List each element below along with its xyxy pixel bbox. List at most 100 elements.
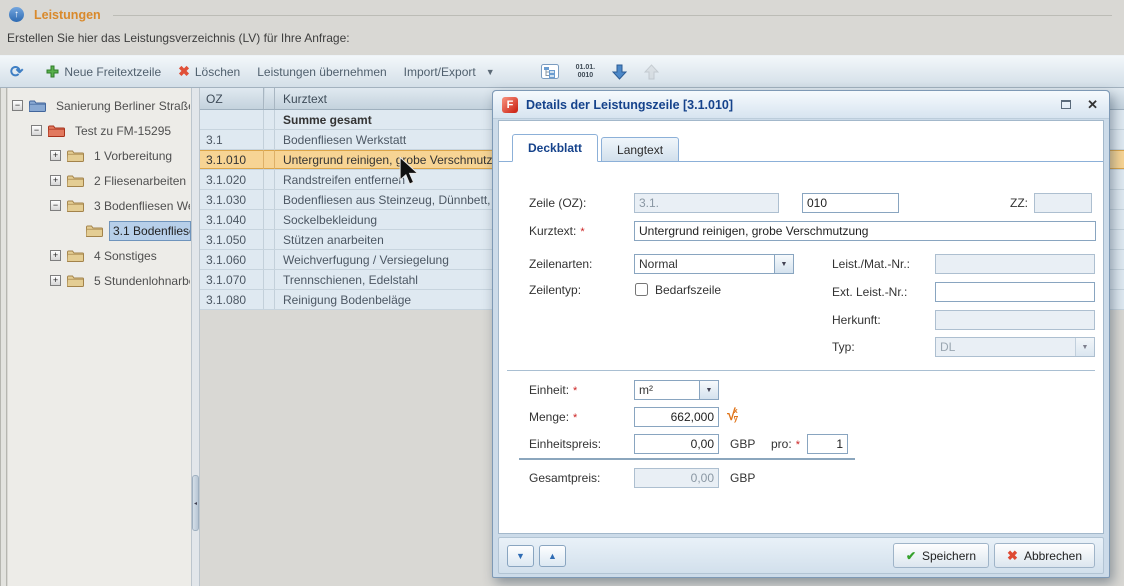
collapse-icon[interactable]: − [31, 125, 42, 136]
move-down-button[interactable] [612, 64, 627, 80]
page-title: Leistungen [34, 8, 101, 22]
tree-splitter[interactable]: ◂ [191, 88, 200, 586]
einheit-dropdown-icon[interactable]: ▼ [699, 381, 718, 399]
cancel-button[interactable]: ✖ Abbrechen [994, 543, 1095, 568]
save-label: Speichern [922, 549, 976, 563]
folder-icon [29, 99, 46, 112]
left-edge-strip [0, 88, 7, 586]
folder-icon [67, 199, 84, 212]
expand-icon[interactable]: + [50, 275, 61, 286]
pro-field[interactable] [807, 434, 848, 454]
save-button[interactable]: ✔ Speichern [893, 543, 989, 568]
section-divider [507, 370, 1095, 372]
tree-item[interactable]: +5 Stundenlohnarbei [8, 268, 191, 293]
plus-icon [46, 65, 59, 78]
folder-icon [86, 224, 103, 237]
tree-item[interactable]: −3.1 Bodenfliese [8, 218, 191, 243]
delete-button[interactable]: ✖ Löschen [178, 63, 240, 80]
folder-icon [67, 149, 84, 162]
gesamtpreis-currency: GBP [730, 468, 755, 488]
tree-item-label: 5 Stundenlohnarbei [90, 271, 191, 291]
next-row-button[interactable]: ▲ [539, 545, 566, 567]
tab-langtext[interactable]: Langtext [601, 137, 679, 162]
refresh-icon[interactable]: ⟳ [10, 62, 23, 82]
splitter-collapse-handle[interactable]: ◂ [192, 475, 199, 531]
expand-icon[interactable]: + [50, 175, 61, 186]
tab-bar: Deckblatt Langtext [512, 134, 679, 162]
typ-label: Typ: [832, 337, 855, 357]
cell-oz [200, 110, 264, 129]
check-icon: ✔ [906, 549, 916, 563]
tree-item-label: 1 Vorbereitung [90, 146, 176, 166]
collapse-icon[interactable]: − [50, 200, 61, 211]
dialog-body: Deckblatt Langtext Zeile (OZ): ZZ: Kurzt… [498, 120, 1104, 534]
column-header-flag[interactable] [264, 88, 275, 109]
import-export-button[interactable]: Import/Export ▼ [404, 65, 495, 79]
cell-oz: 3.1.060 [200, 250, 264, 269]
tree-item[interactable]: +4 Sonstiges [8, 243, 191, 268]
einheit-select[interactable]: m² ▼ [634, 380, 719, 400]
arrow-down-icon [612, 64, 627, 80]
cell-oz: 3.1.020 [200, 170, 264, 189]
ext-leist-field[interactable] [935, 282, 1095, 302]
cancel-x-icon: ✖ [1007, 548, 1018, 564]
previous-row-button[interactable]: ▼ [507, 545, 534, 567]
arrow-up-icon [644, 64, 659, 80]
menge-field[interactable] [634, 407, 719, 427]
zeilenarten-dropdown-icon[interactable]: ▼ [774, 255, 793, 273]
einheitspreis-label: Einheitspreis: [529, 434, 601, 454]
tree-item[interactable]: +2 Fliesenarbeiten [8, 168, 191, 193]
cell-oz: 3.1.040 [200, 210, 264, 229]
close-icon[interactable]: ✕ [1087, 97, 1098, 113]
expand-icon[interactable]: + [50, 150, 61, 161]
tree-item-label: 3 Bodenfliesen Wer [90, 196, 191, 216]
tree-item-label: 3.1 Bodenfliese [109, 221, 191, 241]
cell-flag [264, 110, 275, 129]
cell-oz: 3.1.050 [200, 230, 264, 249]
herkunft-label: Herkunft: [832, 310, 881, 330]
total-divider [519, 458, 855, 460]
leist-mat-field [935, 254, 1095, 274]
tree-item[interactable]: −Sanierung Berliner Straße [8, 93, 191, 118]
page-subtitle: Erstellen Sie hier das Leistungsverzeich… [0, 22, 1124, 45]
tree: −Sanierung Berliner Straße−Test zu FM-15… [8, 88, 191, 586]
kurztext-label: Kurztext: [529, 221, 585, 241]
gesamtpreis-label: Gesamtpreis: [529, 468, 600, 488]
zeile-suffix-field[interactable] [802, 193, 899, 213]
expand-icon[interactable]: + [50, 250, 61, 261]
menge-label: Menge: [529, 407, 577, 427]
details-dialog: F Details der Leistungszeile [3.1.010] ✕… [492, 90, 1110, 578]
dialog-title: Details der Leistungszeile [3.1.010] [526, 98, 1053, 112]
renumber-button[interactable] [541, 64, 559, 79]
dialog-titlebar[interactable]: F Details der Leistungszeile [3.1.010] ✕ [493, 91, 1109, 119]
cell-oz: 3.1.080 [200, 290, 264, 309]
tab-deckblatt[interactable]: Deckblatt [512, 134, 598, 162]
einheitspreis-currency: GBP [730, 434, 755, 454]
adopt-services-label: Leistungen übernehmen [257, 65, 386, 79]
tree-item[interactable]: − 3 Bodenfliesen Wer [8, 193, 191, 218]
zz-field [1034, 193, 1092, 213]
cell-flag [264, 170, 275, 189]
collapse-up-circle-icon[interactable]: ↑ [9, 7, 24, 22]
zeile-oz-label: Zeile (OZ): [529, 193, 586, 213]
ext-leist-label: Ext. Leist.-Nr.: [832, 282, 907, 302]
tree-item[interactable]: +1 Vorbereitung [8, 143, 191, 168]
folder-icon [67, 174, 84, 187]
maximize-icon[interactable] [1061, 100, 1071, 109]
typ-value: DL [936, 338, 1075, 356]
new-freetext-button[interactable]: Neue Freitextzeile [46, 65, 161, 79]
bedarfszeile-checkbox[interactable] [635, 283, 648, 296]
oz-format-button[interactable]: 01.01. 0010 [576, 64, 595, 79]
tree-item-label: 4 Sonstiges [90, 246, 161, 266]
cell-flag [264, 130, 275, 149]
collapse-icon[interactable]: − [12, 100, 23, 111]
herkunft-field [935, 310, 1095, 330]
cell-flag [264, 210, 275, 229]
tree-item[interactable]: −Test zu FM-15295 [8, 118, 191, 143]
einheitspreis-field[interactable] [634, 434, 719, 454]
kurztext-field[interactable] [634, 221, 1096, 241]
adopt-services-button[interactable]: Leistungen übernehmen [257, 65, 386, 79]
formula-sqrt-icon[interactable]: √ xy [727, 407, 738, 425]
zeilenarten-select[interactable]: Normal ▼ [634, 254, 794, 274]
column-header-oz[interactable]: OZ [200, 88, 264, 109]
